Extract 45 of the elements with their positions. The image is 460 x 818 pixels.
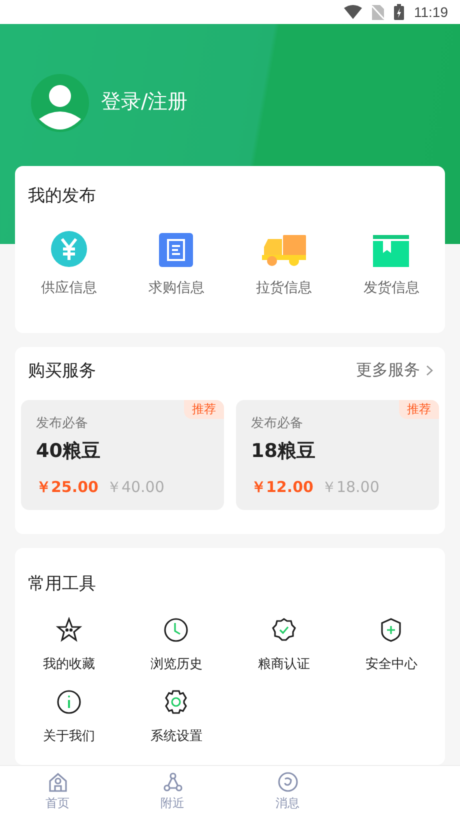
card-subtitle: 发布必备 — [251, 415, 304, 432]
tool-label: 我的收藏 — [42, 656, 95, 673]
tool-label: 安全中心 — [365, 656, 418, 673]
service-card[interactable]: 推荐 发布必备 40粮豆 ￥25.00 ￥40.00 — [21, 400, 224, 510]
sale-price: ￥12.00 — [251, 478, 314, 497]
recommend-tag: 推荐 — [184, 400, 224, 419]
service-card[interactable]: 推荐 发布必备 18粮豆 ￥12.00 ￥18.00 — [236, 400, 439, 510]
clock-icon[interactable] — [163, 617, 190, 643]
status-time: 11:19 — [414, 4, 448, 20]
post-label: 求购信息 — [148, 279, 204, 297]
home-icon — [48, 772, 68, 792]
avatar-icon[interactable] — [31, 74, 89, 132]
document-icon[interactable] — [159, 233, 194, 267]
post-label: 供应信息 — [40, 279, 97, 297]
tool-label: 浏览历史 — [150, 656, 202, 673]
nodes-icon — [162, 772, 182, 792]
tab[interactable]: 首页 — [0, 766, 115, 818]
section-title: 常用工具 — [28, 573, 97, 595]
login-link[interactable]: 登录/注册 — [101, 88, 188, 115]
chevron-icon — [426, 365, 433, 376]
recommend-tag: 推荐 — [399, 400, 439, 419]
original-price: ￥18.00 — [321, 478, 380, 497]
section-title: 购买服务 — [28, 360, 96, 382]
card-title: 40粮豆 — [36, 439, 102, 464]
check-badge-icon[interactable] — [270, 617, 297, 643]
tool-label: 系统设置 — [150, 728, 202, 745]
original-price: ￥40.00 — [106, 478, 164, 497]
tool-label: 关于我们 — [42, 728, 95, 745]
battery-icon — [394, 4, 404, 20]
wifi-icon — [344, 5, 362, 19]
sale-price: ￥25.00 — [36, 478, 98, 497]
post-label: 拉货信息 — [256, 279, 312, 297]
tab[interactable]: 消息 — [230, 766, 345, 818]
message-icon — [278, 772, 298, 792]
tool-label: 粮商认证 — [258, 656, 310, 673]
section-title: 我的发布 — [28, 185, 97, 207]
more-services-link[interactable]: 更多服务 — [356, 360, 433, 381]
card-subtitle: 发布必备 — [36, 415, 89, 432]
tab[interactable]: 附近 — [115, 766, 230, 818]
star-icon[interactable] — [56, 617, 82, 643]
info-icon[interactable] — [56, 689, 82, 715]
settings-icon[interactable] — [163, 689, 190, 715]
post-label: 发货信息 — [363, 279, 420, 297]
card-title: 18粮豆 — [251, 439, 316, 464]
no-sim-icon — [372, 4, 384, 20]
